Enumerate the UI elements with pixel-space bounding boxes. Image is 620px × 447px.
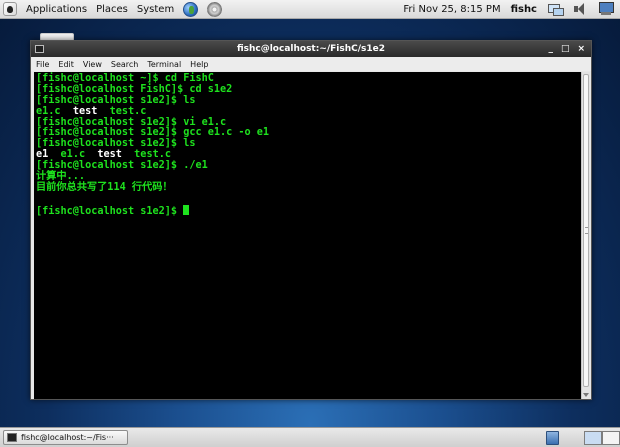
taskbar-label: fishc@localhost:~/Fis··· [21,433,114,442]
menu-search[interactable]: Search [111,60,138,69]
trash-icon[interactable] [546,431,559,445]
window-menubar: File Edit View Search Terminal Help [31,57,591,71]
close-button[interactable]: × [577,44,585,54]
workspace-1[interactable] [584,431,602,445]
menu-help[interactable]: Help [190,60,208,69]
terminal-line-text: [fishc@localhost s1e2]$ ls [36,94,196,106]
terminal-line-part: test [72,105,98,117]
terminal-line-text: [fishc@localhost FishC]$ cd s1e2 [36,83,233,95]
scrollbar[interactable] [581,72,590,399]
volume-icon[interactable] [573,3,588,15]
workspace-2[interactable] [602,431,620,445]
terminal-line-text: [fishc@localhost s1e2]$ vi e1.c [36,116,227,128]
terminal-line-text: [fishc@localhost s1e2]$ [36,205,184,217]
web-browser-icon[interactable] [183,1,199,17]
terminal-line-part: e1.c [48,149,98,161]
scrollbar-thumb[interactable] [583,74,589,387]
network-icon[interactable] [547,3,564,16]
user-name[interactable]: fishc [511,4,537,15]
menu-view[interactable]: View [83,60,102,69]
terminal-line-text: [fishc@localhost s1e2]$ ./e1 [36,160,208,172]
top-panel: Applications Places System Fri Nov 25, 8… [0,0,620,19]
menu-places[interactable]: Places [96,4,128,15]
terminal-line-text: [fishc@localhost ~]$ cd FishC [36,73,214,84]
terminal-line-part: test.c [97,105,147,117]
terminal-line: 目前你总共写了114 行代码！ [36,181,579,194]
menu-edit[interactable]: Edit [58,60,74,69]
terminal-line: [fishc@localhost s1e2]$ [36,204,579,217]
terminal-line-part: test.c [121,149,171,161]
menu-system[interactable]: System [137,4,174,15]
terminal-line-part: e1.c [36,105,73,117]
terminal-window: fishc@localhost:~/FishC/s1e2 _ □ × File … [30,40,592,400]
taskbar-terminal-button[interactable]: fishc@localhost:~/Fis··· [3,430,128,445]
menu-file[interactable]: File [36,60,49,69]
computer-icon[interactable] [598,2,614,16]
terminal-icon [7,433,17,442]
gnome-foot-icon[interactable] [3,2,17,16]
menu-applications[interactable]: Applications [26,4,87,15]
maximize-button[interactable]: □ [561,44,570,54]
terminal-line-text: [fishc@localhost s1e2]$ ls [36,138,196,150]
terminal-line-part: test [97,149,122,161]
terminal-output[interactable]: [fishc@localhost ~]$ cd FishC [fishc@loca… [34,72,581,399]
terminal-line-text: [fishc@localhost s1e2]$ gcc e1.c -o e1 [36,127,270,139]
window-title: fishc@localhost:~/FishC/s1e2 [236,44,386,54]
bottom-panel: fishc@localhost:~/Fis··· [0,427,620,447]
window-controls: _ □ × [548,44,591,54]
menu-terminal[interactable]: Terminal [147,60,181,69]
scroll-down-arrow-icon[interactable] [583,393,589,397]
top-panel-status: Fri Nov 25, 8:15 PM fishc [403,2,620,16]
terminal-icon[interactable] [35,45,44,53]
terminal-line-part: e1 [36,149,49,161]
terminal-cursor [183,204,190,215]
terminal-line-text: 目前你总共写了114 行代码！ [36,181,173,193]
clock[interactable]: Fri Nov 25, 8:15 PM [403,4,500,15]
terminal-line: [fishc@localhost s1e2]$ ./e1 [36,160,579,172]
top-menu: Applications Places System [0,1,223,17]
window-titlebar[interactable]: fishc@localhost:~/FishC/s1e2 _ □ × [31,41,591,57]
system-settings-icon[interactable] [207,1,223,17]
terminal-line-text: 计算中... [36,171,85,183]
minimize-button[interactable]: _ [548,44,553,54]
